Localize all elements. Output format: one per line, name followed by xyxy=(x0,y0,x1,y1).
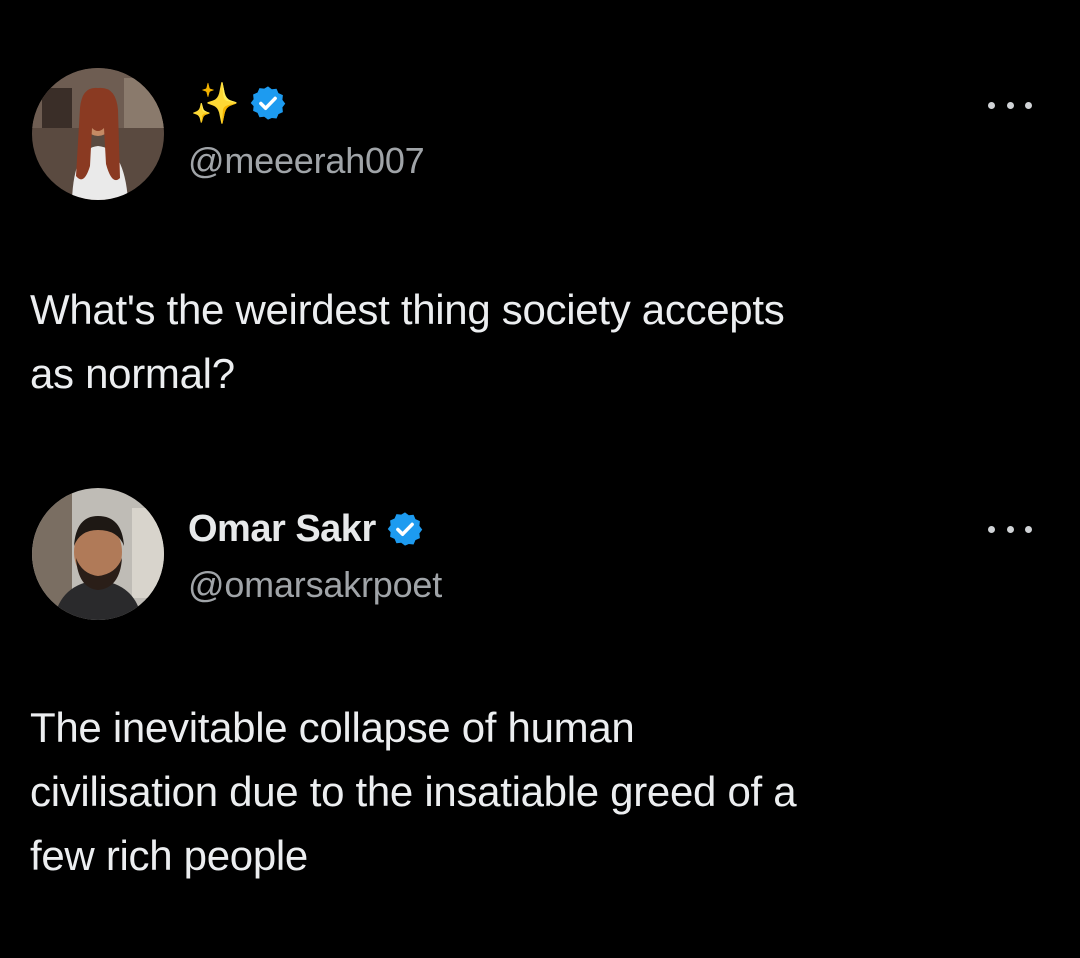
tweet-body-line: What's the weirdest thing society accept… xyxy=(30,286,785,333)
verified-badge-icon xyxy=(249,84,287,122)
more-horizontal-icon-dot xyxy=(1025,101,1032,109)
tweet-body-line: few rich people xyxy=(30,832,308,879)
more-horizontal-icon xyxy=(988,525,995,533)
avatar[interactable] xyxy=(32,68,164,200)
profile-photo xyxy=(32,488,164,620)
tweet-body-line: civilisation due to the insatiable greed… xyxy=(30,768,797,815)
more-options-button[interactable] xyxy=(988,514,1032,544)
avatar[interactable] xyxy=(32,488,164,620)
author-display-name[interactable]: Omar Sakr xyxy=(188,508,376,551)
more-horizontal-icon-dot xyxy=(1025,525,1032,533)
verified-badge-icon xyxy=(386,510,424,548)
more-horizontal-icon-dot xyxy=(1006,525,1014,533)
profile-photo xyxy=(32,68,164,200)
more-options-button[interactable] xyxy=(988,90,1032,120)
author-handle[interactable]: @omarsakrpoet xyxy=(188,564,442,606)
author-name-row: Omar Sakr xyxy=(188,504,424,554)
author-handle[interactable]: @meeerah007 xyxy=(188,140,425,182)
tweet-body: The inevitable collapse of human civilis… xyxy=(30,696,1030,888)
more-horizontal-icon xyxy=(988,101,995,109)
more-horizontal-icon-dot xyxy=(1006,101,1014,109)
tweet-body-line: The inevitable collapse of human xyxy=(30,704,635,751)
tweet-body-line: as normal? xyxy=(30,350,235,397)
tweet-body: What's the weirdest thing society accept… xyxy=(30,278,1030,406)
tweet-question: ✨ @meeerah007 What's the weirdest thing … xyxy=(0,0,1080,460)
sparkles-display-name[interactable]: ✨ xyxy=(190,80,240,127)
tweet-reply: Omar Sakr @omarsakrpoet The inevitable c… xyxy=(0,460,1080,958)
author-name-row: ✨ xyxy=(190,78,287,128)
